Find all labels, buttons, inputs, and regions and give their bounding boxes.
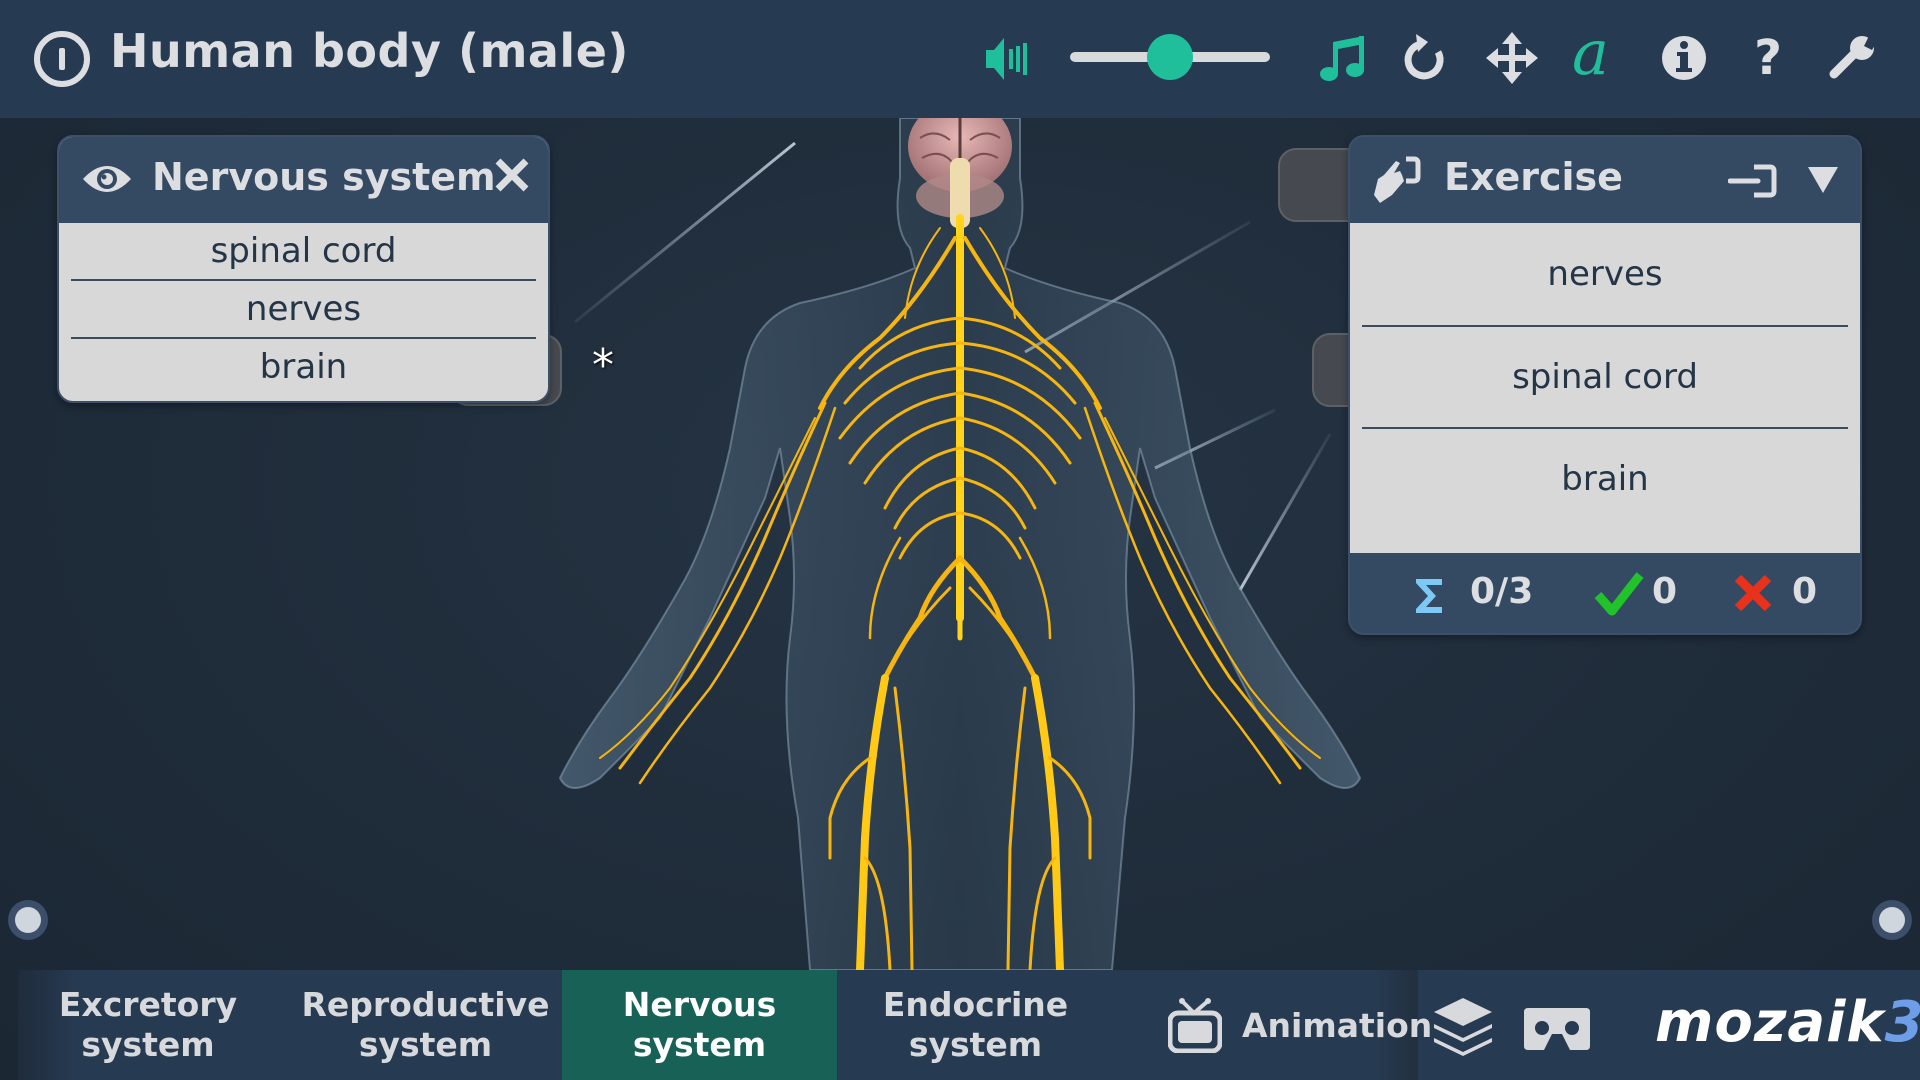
bottom-nav: Excretory system Reproductive system Ner… xyxy=(18,970,1920,1080)
correct-count: 0 xyxy=(1652,571,1678,612)
left-rotate-handle[interactable] xyxy=(8,900,48,940)
check-icon xyxy=(1594,571,1644,617)
hand-pointer-icon xyxy=(1370,155,1424,205)
tab-label: Endocrine xyxy=(882,985,1069,1024)
score-progress: 0/3 xyxy=(1470,571,1534,612)
tv-icon xyxy=(1167,997,1223,1054)
right-rotate-handle[interactable] xyxy=(1872,900,1912,940)
eye-icon[interactable] xyxy=(81,159,133,199)
sigma-icon xyxy=(1412,575,1446,617)
body-3d-model[interactable] xyxy=(540,118,1380,970)
exercise-score-bar: 0/3 0 0 xyxy=(1350,553,1860,633)
music-note-icon[interactable] xyxy=(1316,30,1372,86)
labels-panel: Nervous system spinal cord nerves brain xyxy=(57,135,550,403)
exercise-list: nerves spinal cord brain xyxy=(1350,223,1860,553)
font-a-icon[interactable]: a xyxy=(1572,22,1628,84)
tab-excretory-system[interactable]: Excretory system xyxy=(18,970,278,1080)
tab-label: system xyxy=(358,1025,493,1064)
wrong-x-icon xyxy=(1733,573,1773,613)
tab-label: system xyxy=(81,1025,215,1064)
tab-endocrine-system[interactable]: Endocrine system xyxy=(838,970,1113,1080)
layers-icon[interactable] xyxy=(1432,996,1494,1056)
brand-main: mozaik xyxy=(1655,990,1885,1055)
exercise-item-spinal-cord[interactable]: spinal cord xyxy=(1350,327,1860,427)
tab-label: system xyxy=(908,1025,1043,1064)
speaker-icon[interactable] xyxy=(982,30,1038,86)
tab-reproductive-system[interactable]: Reproductive system xyxy=(288,970,563,1080)
exercise-item-brain[interactable]: brain xyxy=(1350,429,1860,529)
exercise-panel: Exercise nerves spinal cord brain 0/3 0 … xyxy=(1348,135,1862,635)
app-title: Human body (male) xyxy=(110,24,629,78)
wrong-count: 0 xyxy=(1792,571,1818,612)
exit-icon[interactable] xyxy=(1727,163,1778,199)
tab-label: Nervous xyxy=(622,985,777,1024)
label-item-nerves[interactable]: nerves xyxy=(59,281,548,337)
top-bar: Human body (male) a ? xyxy=(0,0,1920,118)
tab-label: Excretory xyxy=(58,985,238,1024)
vr-headset-icon[interactable] xyxy=(1524,1008,1590,1050)
exercise-panel-header: Exercise xyxy=(1350,137,1860,223)
label-item-brain[interactable]: brain xyxy=(59,339,548,395)
animation-button[interactable]: Animation xyxy=(1138,970,1432,1080)
exercise-item-nerves[interactable]: nerves xyxy=(1350,223,1860,325)
labels-panel-title: Nervous system xyxy=(152,155,496,199)
mouse-cursor: * xyxy=(592,340,614,391)
tab-label: system xyxy=(632,1025,767,1064)
collapse-triangle-icon[interactable] xyxy=(1806,165,1840,195)
reset-icon[interactable] xyxy=(1398,30,1454,86)
volume-slider[interactable] xyxy=(1070,34,1270,80)
tab-nervous-system[interactable]: Nervous system xyxy=(562,970,837,1080)
close-icon[interactable] xyxy=(494,157,530,193)
power-icon[interactable] xyxy=(34,31,90,87)
volume-slider-knob[interactable] xyxy=(1147,34,1193,80)
info-icon[interactable] xyxy=(1656,30,1712,86)
tab-label: Reproductive xyxy=(301,985,550,1024)
exercise-panel-title: Exercise xyxy=(1444,155,1623,199)
move-icon[interactable] xyxy=(1484,30,1540,86)
wrench-icon[interactable] xyxy=(1826,30,1882,86)
labels-panel-header: Nervous system xyxy=(59,137,548,223)
animation-label: Animation xyxy=(1242,1005,1433,1045)
brand-accent: 3D xyxy=(1885,990,1920,1055)
label-item-spinal-cord[interactable]: spinal cord xyxy=(59,223,548,279)
help-icon[interactable]: ? xyxy=(1740,30,1796,86)
mozaik3d-logo: mozaik3D xyxy=(1655,990,1920,1055)
